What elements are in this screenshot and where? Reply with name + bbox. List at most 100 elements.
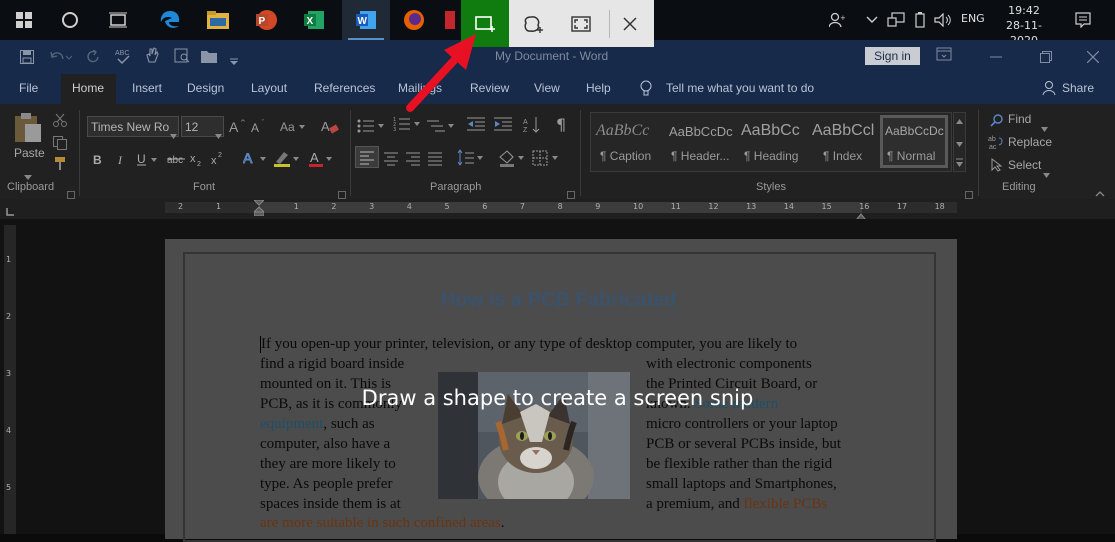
underline-icon[interactable]: U (136, 151, 158, 170)
find-icon[interactable] (990, 112, 1004, 131)
tab-home[interactable]: Home (72, 81, 104, 95)
replace-button[interactable]: Replace (1008, 135, 1052, 149)
text-line-premium[interactable]: a premium, and flexible PCBs (646, 496, 827, 513)
tab-references[interactable]: References (314, 81, 375, 95)
vertical-ruler[interactable]: 1 2 3 4 5 (4, 225, 16, 534)
open-folder-icon[interactable] (201, 48, 217, 67)
select-button[interactable]: Select (1008, 158, 1041, 172)
numbering-icon[interactable]: 123 (393, 116, 423, 136)
cortana-search-icon[interactable] (46, 0, 94, 40)
multilevel-list-icon[interactable] (427, 118, 457, 137)
justify-icon[interactable] (427, 151, 443, 170)
style-normal[interactable]: AaBbCcDc ¶ Normal (880, 115, 948, 168)
freeform-snip-button[interactable] (509, 0, 557, 47)
cut-icon[interactable] (53, 112, 67, 131)
select-dropdown-icon[interactable] (1043, 163, 1050, 182)
paste-icon[interactable] (13, 112, 43, 148)
select-cursor-icon[interactable] (991, 157, 1003, 176)
text-effects-icon[interactable]: A (243, 150, 267, 170)
tab-file[interactable]: File (19, 81, 38, 95)
tell-me-search[interactable]: Tell me what you want to do (666, 81, 814, 95)
styles-scroll[interactable] (953, 112, 966, 172)
clear-formatting-icon[interactable]: A (321, 118, 339, 138)
horizontal-ruler[interactable]: 2 1 1 2 3 4 5 6 7 8 9 10 11 12 13 14 15 16 17 18 (165, 199, 957, 221)
spelling-check-icon[interactable]: ABC (115, 47, 131, 69)
tab-help[interactable]: Help (586, 81, 611, 95)
print-preview-icon[interactable] (174, 48, 190, 67)
format-painter-icon[interactable] (53, 156, 67, 175)
change-case-icon[interactable]: Aa (280, 118, 306, 138)
subscript-icon[interactable]: x2 (190, 151, 204, 171)
copy-icon[interactable] (53, 135, 67, 154)
sign-in-button[interactable]: Sign in (865, 47, 920, 65)
redo-icon[interactable] (86, 49, 100, 68)
bullets-icon[interactable] (357, 118, 387, 137)
close-snip-button[interactable] (606, 0, 654, 47)
superscript-icon[interactable]: x2 (211, 151, 225, 171)
strikethrough-icon[interactable]: abc (167, 151, 185, 170)
word-taskbar-icon[interactable]: W (342, 0, 390, 40)
style-header[interactable]: AaBbCcDc ¶ Header... (665, 116, 737, 168)
link-flexible-pcbs[interactable]: flexible PCBs (743, 496, 827, 512)
font-color-icon[interactable]: A (309, 150, 333, 172)
save-icon[interactable] (20, 49, 34, 68)
network-icon[interactable] (884, 0, 908, 40)
chevron-up-icon[interactable] (860, 0, 884, 40)
highlight-color-icon[interactable] (274, 150, 300, 172)
window-snip-button[interactable] (557, 0, 605, 47)
align-center-icon[interactable] (383, 151, 399, 170)
sort-icon[interactable]: AZ (523, 116, 541, 138)
shading-icon[interactable] (498, 149, 526, 171)
excel-icon[interactable]: X (290, 0, 338, 40)
find-button[interactable]: Find (1008, 112, 1031, 126)
close-window-icon[interactable] (1086, 48, 1100, 67)
touch-mode-icon[interactable] (145, 47, 159, 67)
increase-indent-icon[interactable] (494, 116, 512, 136)
font-name-dropdown-icon[interactable] (170, 124, 177, 143)
people-icon[interactable]: + (822, 0, 852, 40)
font-size-combobox[interactable]: 12 (181, 116, 224, 139)
grow-font-icon[interactable]: A ^ (229, 118, 247, 138)
tab-insert[interactable]: Insert (132, 81, 162, 95)
windows-start-icon[interactable] (0, 0, 48, 40)
align-left-button[interactable] (355, 146, 379, 168)
decrease-indent-icon[interactable] (467, 116, 485, 136)
tab-view[interactable]: View (534, 81, 560, 95)
minimize-icon[interactable] (990, 48, 1002, 67)
powerpoint-icon[interactable]: P (242, 0, 290, 40)
edge-browser-icon[interactable] (146, 0, 194, 40)
text-line-equipment[interactable]: equipment, such as (260, 416, 375, 433)
notifications-icon[interactable] (1066, 0, 1100, 40)
shrink-font-icon[interactable]: Aˇ (251, 118, 269, 138)
share-user-icon[interactable] (1042, 80, 1058, 100)
task-view-icon[interactable] (94, 0, 142, 40)
link-confined-areas[interactable]: are more suitable in such confined areas (260, 515, 501, 531)
borders-icon[interactable] (532, 149, 560, 171)
document-heading[interactable]: How is a PCB Fabricated (441, 289, 677, 312)
tab-design[interactable]: Design (187, 81, 224, 95)
battery-icon[interactable] (908, 0, 932, 40)
link-equipment[interactable]: equipment (260, 416, 323, 432)
first-line-indent-marker[interactable] (252, 199, 266, 220)
line-spacing-icon[interactable] (456, 149, 484, 171)
font-name-combobox[interactable]: Times New Ro (87, 116, 179, 139)
ribbon-display-options-icon[interactable] (936, 46, 954, 66)
show-formatting-marks-icon[interactable]: ¶ (556, 115, 570, 136)
font-size-dropdown-icon[interactable] (215, 124, 222, 143)
text-line-last[interactable]: are more suitable in such confined areas… (260, 515, 504, 532)
paragraph-line-1[interactable]: If you open-up your printer, television,… (261, 336, 797, 353)
align-right-icon[interactable] (405, 151, 421, 170)
find-dropdown-icon[interactable] (1041, 117, 1048, 136)
share-button[interactable]: Share (1062, 81, 1094, 95)
volume-icon[interactable] (930, 0, 956, 40)
italic-icon[interactable]: I (115, 151, 127, 170)
file-explorer-icon[interactable] (194, 0, 242, 40)
paste-label[interactable]: Paste (14, 146, 45, 160)
style-heading[interactable]: AaBbCc ¶ Heading (741, 116, 807, 168)
undo-icon[interactable] (50, 49, 73, 68)
restore-icon[interactable] (1040, 48, 1052, 67)
language-indicator[interactable]: ENG (961, 12, 985, 25)
customize-toolbar-icon[interactable] (229, 51, 239, 70)
style-caption[interactable]: AaBbCc ¶ Caption (593, 116, 661, 168)
tab-layout[interactable]: Layout (251, 81, 287, 95)
